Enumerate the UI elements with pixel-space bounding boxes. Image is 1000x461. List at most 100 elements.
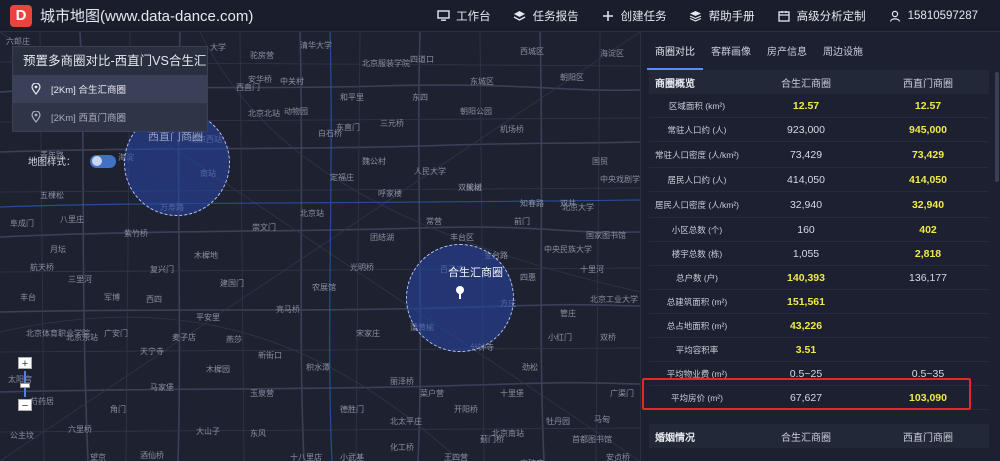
map-place-label: 菜户营: [420, 389, 444, 398]
nav-workbench[interactable]: 工作台: [436, 8, 491, 24]
map-place-label: 光明桥: [350, 263, 374, 272]
row-label: 常驻人口约 (人): [667, 124, 727, 135]
map-place-label: 魏公村: [362, 157, 386, 166]
nav-create-task[interactable]: 创建任务: [601, 8, 667, 24]
zoom-slider-handle[interactable]: [20, 383, 30, 388]
map-place-label: 四惠: [520, 273, 536, 282]
map-place-label: 呼家楼: [378, 189, 402, 198]
map-place-label: 国贸: [592, 157, 608, 166]
zoom-slider[interactable]: [20, 371, 30, 397]
row-value-xizhimen: 0.5~35: [911, 367, 945, 380]
nav-workbench-label: 工作台: [456, 10, 491, 23]
map-place-label: 北京站: [300, 209, 324, 218]
zoom-control: + −: [18, 357, 32, 417]
map-place-label: 天宁寺: [140, 347, 164, 356]
map-place-label: 德胜门: [340, 405, 364, 414]
panel-scrollbar[interactable]: [995, 72, 999, 182]
circle-item-xizhimen[interactable]: [2Km] 西直门商圈: [13, 103, 207, 131]
map-place-label: 亮马桥: [276, 305, 300, 314]
table-row: 小区总数 (个) 160 402: [649, 218, 989, 242]
top-nav: 工作台 任务报告 创建任务 帮助手册 高级分析定制 15810597287: [414, 8, 978, 24]
map-place-label: 广渠门: [610, 389, 634, 398]
row-value-hesheng: 160: [797, 223, 815, 236]
row-label: 总占地面积 (m²): [666, 320, 728, 331]
row-value-hesheng: 67,627: [789, 391, 823, 404]
map-place-label: 西四: [146, 295, 162, 304]
map-place-label: 前门: [514, 217, 530, 226]
map-place-label: 东风: [250, 429, 266, 438]
map-place-label: 丰台: [20, 293, 36, 302]
app-logo-icon[interactable]: D: [10, 4, 32, 27]
table-row: 常驻人口约 (人) 923,000 945,000: [649, 118, 989, 142]
circle-item-hesheng[interactable]: [2Km] 合生汇商圈: [13, 75, 207, 103]
row-value-hesheng: 43,226: [789, 319, 823, 332]
map-place-label: 中央戏剧学院: [600, 175, 640, 184]
row-value-xizhimen: 414,050: [909, 173, 947, 186]
row-value-hesheng: 923,000: [787, 123, 825, 136]
row-value-xizhimen: 73,429: [911, 148, 945, 161]
map-place-label: 北京北站: [248, 109, 280, 118]
map-place-label: 牡丹园: [546, 417, 570, 426]
map-place-label: 东四: [412, 93, 428, 102]
map-place-label: 中央民族大学: [544, 245, 592, 254]
nav-task-report[interactable]: 任务报告: [513, 8, 579, 24]
nav-user-account-label: 15810597287: [907, 9, 978, 22]
map-place-label: 积水潭: [306, 363, 330, 372]
map-place-label: 和平里: [340, 93, 364, 102]
map-place-label: 十里河: [580, 265, 604, 274]
map-place-label: 北太平庄: [390, 417, 422, 426]
map-place-label: 人民大学: [414, 167, 446, 176]
row-value-xizhimen: 945,000: [909, 123, 947, 136]
map-place-label: 三里河: [68, 275, 92, 284]
map-place-label: 木樨地: [194, 251, 218, 260]
map-place-label: 马家堡: [150, 383, 174, 392]
map-place-label: 六里桥: [68, 425, 92, 434]
map-place-label: 三元桥: [380, 119, 404, 128]
nav-advanced-analysis[interactable]: 高级分析定制: [777, 8, 866, 24]
row-label: 总户数 (户): [675, 272, 719, 283]
tab-nearby-facilities[interactable]: 周边设施: [815, 43, 871, 70]
map-place-label: 朝阳区: [560, 73, 584, 82]
row-value-hesheng: 32,940: [789, 198, 823, 211]
row-value-hesheng: 414,050: [787, 173, 825, 186]
map-place-label: 芍药居: [30, 397, 54, 406]
map-place-label: 麦子店: [172, 333, 196, 342]
overview-header-xizhimen: 西直门商圈: [903, 78, 953, 90]
map-place-label: 劲松: [522, 363, 538, 372]
row-label: 小区总数 (个): [671, 224, 723, 235]
table-row: 平均房价 (m²) 67,627 103,090: [649, 386, 989, 410]
map-place-label: 国家图书馆: [586, 231, 626, 240]
map-place-label: 团结湖: [370, 233, 394, 242]
stack-icon: [689, 9, 703, 23]
tab-customer-profile[interactable]: 客群画像: [703, 43, 759, 70]
nav-task-report-label: 任务报告: [532, 10, 579, 23]
map-place-label: 丰台区: [450, 233, 474, 242]
row-value-hesheng: 151,561: [787, 295, 825, 308]
row-label: 楼宇总数 (栋): [671, 248, 723, 259]
row-value-xizhimen: 2,818: [914, 247, 942, 260]
map-place-label: 动物园: [284, 107, 308, 116]
nav-help-manual[interactable]: 帮助手册: [689, 8, 755, 24]
map-style-toggle[interactable]: [89, 154, 116, 168]
table-row: 居民人口约 (人) 414,050 414,050: [649, 168, 989, 192]
nav-user-account[interactable]: 15810597287: [888, 9, 978, 23]
row-label: 居民人口约 (人): [667, 174, 727, 185]
row-label: 区域面积 (km²): [668, 100, 726, 111]
row-value-xizhimen: 103,090: [909, 391, 947, 404]
zoom-out-button[interactable]: −: [18, 399, 32, 412]
map-place-label: 酒仙桥: [140, 451, 164, 460]
map-place-label: 常营: [426, 217, 442, 226]
row-label: 居民人口密度 (人/km²): [654, 199, 740, 210]
tab-circle-comparison[interactable]: 商圈对比: [647, 43, 703, 70]
tab-property-info[interactable]: 房产信息: [759, 43, 815, 70]
table-row: 区域面积 (km²) 12.57 12.57: [649, 94, 989, 118]
map-place-label: 燕莎: [226, 335, 242, 344]
map-place-label: 化工桥: [390, 443, 414, 452]
map-place-label: 五棵松: [40, 191, 64, 200]
zoom-in-button[interactable]: +: [18, 357, 32, 370]
table-row: 平均容积率 3.51: [649, 338, 989, 362]
table-row: 楼宇总数 (栋) 1,055 2,818: [649, 242, 989, 266]
map-place-label: 蓟门桥: [480, 435, 504, 444]
hesheng-location-pin-icon[interactable]: [456, 286, 464, 299]
hesheng-circle-label: 合生汇商圈: [448, 267, 503, 279]
